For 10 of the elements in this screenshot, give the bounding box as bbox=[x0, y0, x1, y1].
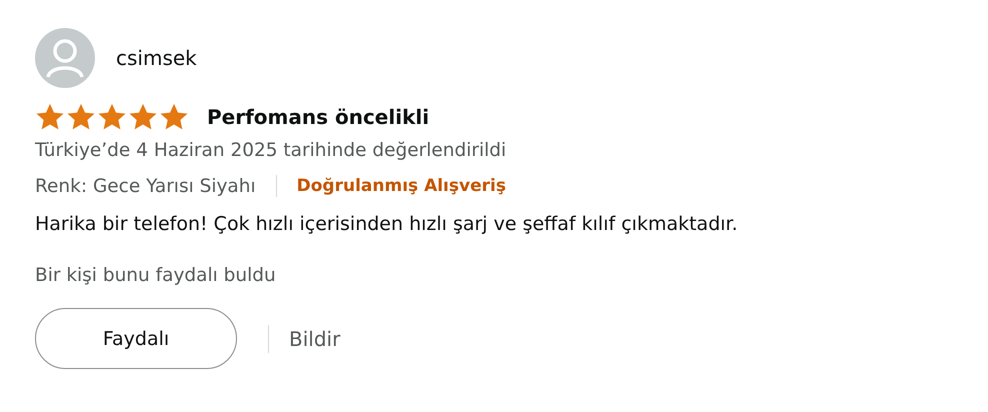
review-title: Perfomans öncelikli bbox=[207, 105, 430, 129]
avatar-icon bbox=[35, 28, 95, 88]
helpful-count: Bir kişi bunu faydalı buldu bbox=[35, 265, 277, 286]
verified-purchase-label: Doğrulanmış Alışveriş bbox=[296, 176, 506, 196]
review-date: Türkiye’de 4 Haziran 2025 tarihinde değerlendirildi bbox=[35, 140, 508, 161]
author-name: csimsek bbox=[116, 46, 197, 70]
review-body: Harika bir telefon! Çok hızlı içerisinden hızlı şarj ve şeffaf kılıf çıkmaktadır. bbox=[35, 213, 739, 235]
variant-label: Renk: Gece Yarısı Siyahı bbox=[35, 176, 256, 196]
report-link[interactable]: Bildir bbox=[289, 326, 340, 350]
helpful-button[interactable]: Faydalı bbox=[35, 308, 237, 369]
